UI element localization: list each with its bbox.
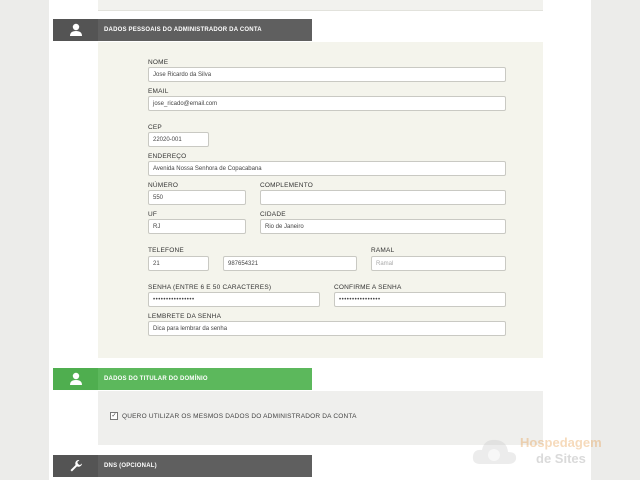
endereco-field[interactable]: Avenida Nossa Senhora de Copacabana — [148, 161, 506, 176]
user-icon — [53, 368, 98, 390]
dns-section-title: DNS (OPCIONAL) — [104, 463, 157, 469]
numero-label: NÚMERO — [148, 182, 179, 189]
uf-label: UF — [148, 211, 158, 218]
watermark-text: Hospedagem de Sites — [520, 435, 602, 467]
same-data-label[interactable]: QUERO UTILIZAR OS MESMOS DADOS DO ADMINI… — [122, 413, 357, 420]
uf-field[interactable]: RJ — [148, 219, 246, 234]
complemento-field[interactable] — [260, 190, 506, 205]
numero-field[interactable]: 550 — [148, 190, 246, 205]
titular-section-title: DADOS DO TITULAR DO DOMÍNIO — [104, 376, 208, 382]
telefone-label: TELEFONE — [148, 247, 184, 254]
lembrete-field[interactable]: Dica para lembrar da senha — [148, 321, 506, 336]
senha-field[interactable]: •••••••••••••••• — [148, 292, 320, 307]
watermark-line2: de Sites — [536, 451, 586, 466]
user-icon — [53, 19, 98, 41]
ramal-field[interactable]: Ramal — [371, 256, 506, 271]
ramal-label: RAMAL — [371, 247, 395, 254]
previous-panel-bottom — [98, 0, 543, 11]
telefone-ddd-field[interactable]: 21 — [148, 256, 209, 271]
confirme-senha-field[interactable]: •••••••••••••••• — [334, 292, 506, 307]
nome-field[interactable]: Jose Ricardo da Silva — [148, 67, 506, 82]
watermark-logo: Hospedagem de Sites — [470, 428, 635, 474]
senha-label: SENHA (ENTRE 6 E 50 CARACTERES) — [148, 284, 272, 291]
titular-section-header: DADOS DO TITULAR DO DOMÍNIO — [53, 368, 312, 390]
endereco-label: ENDEREÇO — [148, 153, 187, 160]
watermark-line1: Hospedagem — [520, 435, 602, 450]
telefone-numero-field[interactable]: 987654321 — [223, 256, 357, 271]
admin-section-header: DADOS PESSOAIS DO ADMINISTRADOR DA CONTA — [53, 19, 312, 41]
admin-section-title: DADOS PESSOAIS DO ADMINISTRADOR DA CONTA — [104, 27, 262, 33]
cidade-label: CIDADE — [260, 211, 286, 218]
same-data-option[interactable]: ✓ QUERO UTILIZAR OS MESMOS DADOS DO ADMI… — [110, 412, 357, 420]
cidade-field[interactable]: Rio de Janeiro — [260, 219, 506, 234]
cloud-gear-icon — [472, 439, 517, 464]
same-data-checkbox[interactable]: ✓ — [110, 412, 118, 420]
email-label: EMAIL — [148, 88, 169, 95]
confirme-label: CONFIRME A SENHA — [334, 284, 402, 291]
dns-section-header: DNS (OPCIONAL) — [53, 455, 312, 477]
nome-label: NOME — [148, 59, 169, 66]
cep-label: CEP — [148, 124, 162, 131]
wrench-icon — [53, 455, 98, 477]
complemento-label: COMPLEMENTO — [260, 182, 314, 189]
lembrete-label: LEMBRETE DA SENHA — [148, 313, 222, 320]
cep-field[interactable]: 22020-001 — [148, 132, 209, 147]
email-field[interactable]: jose_ricado@email.com — [148, 96, 506, 111]
